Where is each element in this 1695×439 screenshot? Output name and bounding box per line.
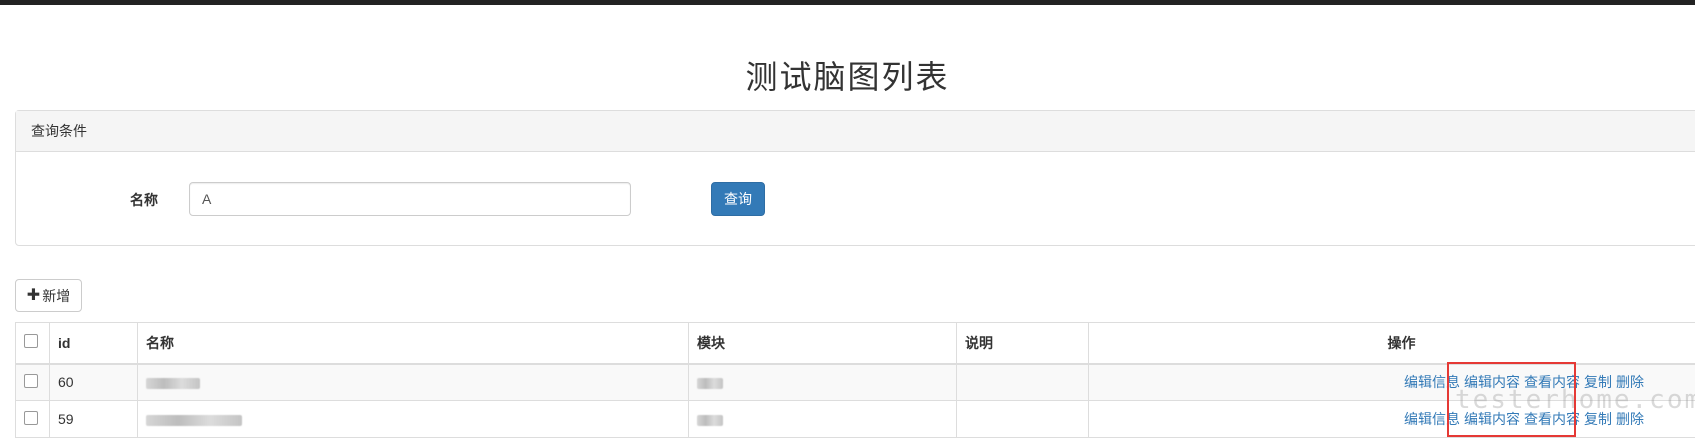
row-description bbox=[956, 400, 1089, 438]
delete-link[interactable]: 删除 bbox=[1616, 411, 1644, 427]
redacted-name bbox=[146, 414, 242, 426]
row-checkbox[interactable] bbox=[24, 410, 38, 425]
table-header-row: id 名称 模块 说明 操作 bbox=[15, 322, 1695, 365]
column-header-id: id bbox=[49, 322, 138, 365]
query-panel-heading: 查询条件 bbox=[16, 111, 1695, 152]
select-all-checkbox[interactable] bbox=[24, 334, 38, 349]
plus-icon: ✚ bbox=[26, 286, 41, 304]
select-all-header bbox=[15, 322, 50, 365]
table-row: 60 编辑信息 编辑内容 查看内容 复制 删除 bbox=[15, 363, 1695, 401]
copy-link[interactable]: 复制 bbox=[1584, 411, 1612, 427]
redacted-module bbox=[697, 378, 723, 390]
redacted-module bbox=[697, 414, 723, 426]
row-select-cell bbox=[15, 400, 50, 438]
edit-content-link[interactable]: 编辑内容 bbox=[1464, 411, 1520, 427]
name-field-label: 名称 bbox=[130, 192, 158, 208]
redacted-name bbox=[146, 378, 200, 390]
query-button[interactable]: 查询 bbox=[711, 182, 765, 216]
add-button[interactable]: ✚ 新增 bbox=[15, 279, 82, 312]
row-description bbox=[956, 363, 1089, 401]
table-row: 59 编辑信息 编辑内容 查看内容 复制 删除 bbox=[15, 400, 1695, 438]
edit-info-link[interactable]: 编辑信息 bbox=[1404, 374, 1460, 390]
name-search-input[interactable] bbox=[189, 182, 631, 216]
row-module-redacted bbox=[688, 400, 957, 438]
row-id: 59 bbox=[49, 400, 138, 438]
row-id: 60 bbox=[49, 363, 138, 401]
view-content-link[interactable]: 查看内容 bbox=[1524, 374, 1580, 390]
column-header-module: 模块 bbox=[688, 322, 957, 365]
view-content-link[interactable]: 查看内容 bbox=[1524, 411, 1580, 427]
mindmap-table: id 名称 模块 说明 操作 60 编辑信息 编辑内容 查看内容 复制 删除 59 bbox=[15, 322, 1695, 438]
row-name-redacted bbox=[137, 400, 689, 438]
row-name-redacted bbox=[137, 363, 689, 401]
copy-link[interactable]: 复制 bbox=[1584, 374, 1612, 390]
add-button-label: 新增 bbox=[42, 287, 71, 304]
row-operations: 编辑信息 编辑内容 查看内容 复制 删除 bbox=[1088, 363, 1695, 401]
query-panel: 查询条件 名称 查询 bbox=[15, 110, 1695, 246]
edit-content-link[interactable]: 编辑内容 bbox=[1464, 374, 1520, 390]
edit-info-link[interactable]: 编辑信息 bbox=[1404, 411, 1460, 427]
row-operations: 编辑信息 编辑内容 查看内容 复制 删除 bbox=[1088, 400, 1695, 438]
page-title: 测试脑图列表 bbox=[745, 58, 950, 96]
row-select-cell bbox=[15, 363, 50, 401]
column-header-operations: 操作 bbox=[1088, 322, 1695, 365]
top-bar bbox=[0, 0, 1695, 5]
row-checkbox[interactable] bbox=[24, 373, 38, 388]
delete-link[interactable]: 删除 bbox=[1616, 374, 1644, 390]
row-module-redacted bbox=[688, 363, 957, 401]
column-header-name: 名称 bbox=[137, 322, 689, 365]
column-header-description: 说明 bbox=[956, 322, 1089, 365]
